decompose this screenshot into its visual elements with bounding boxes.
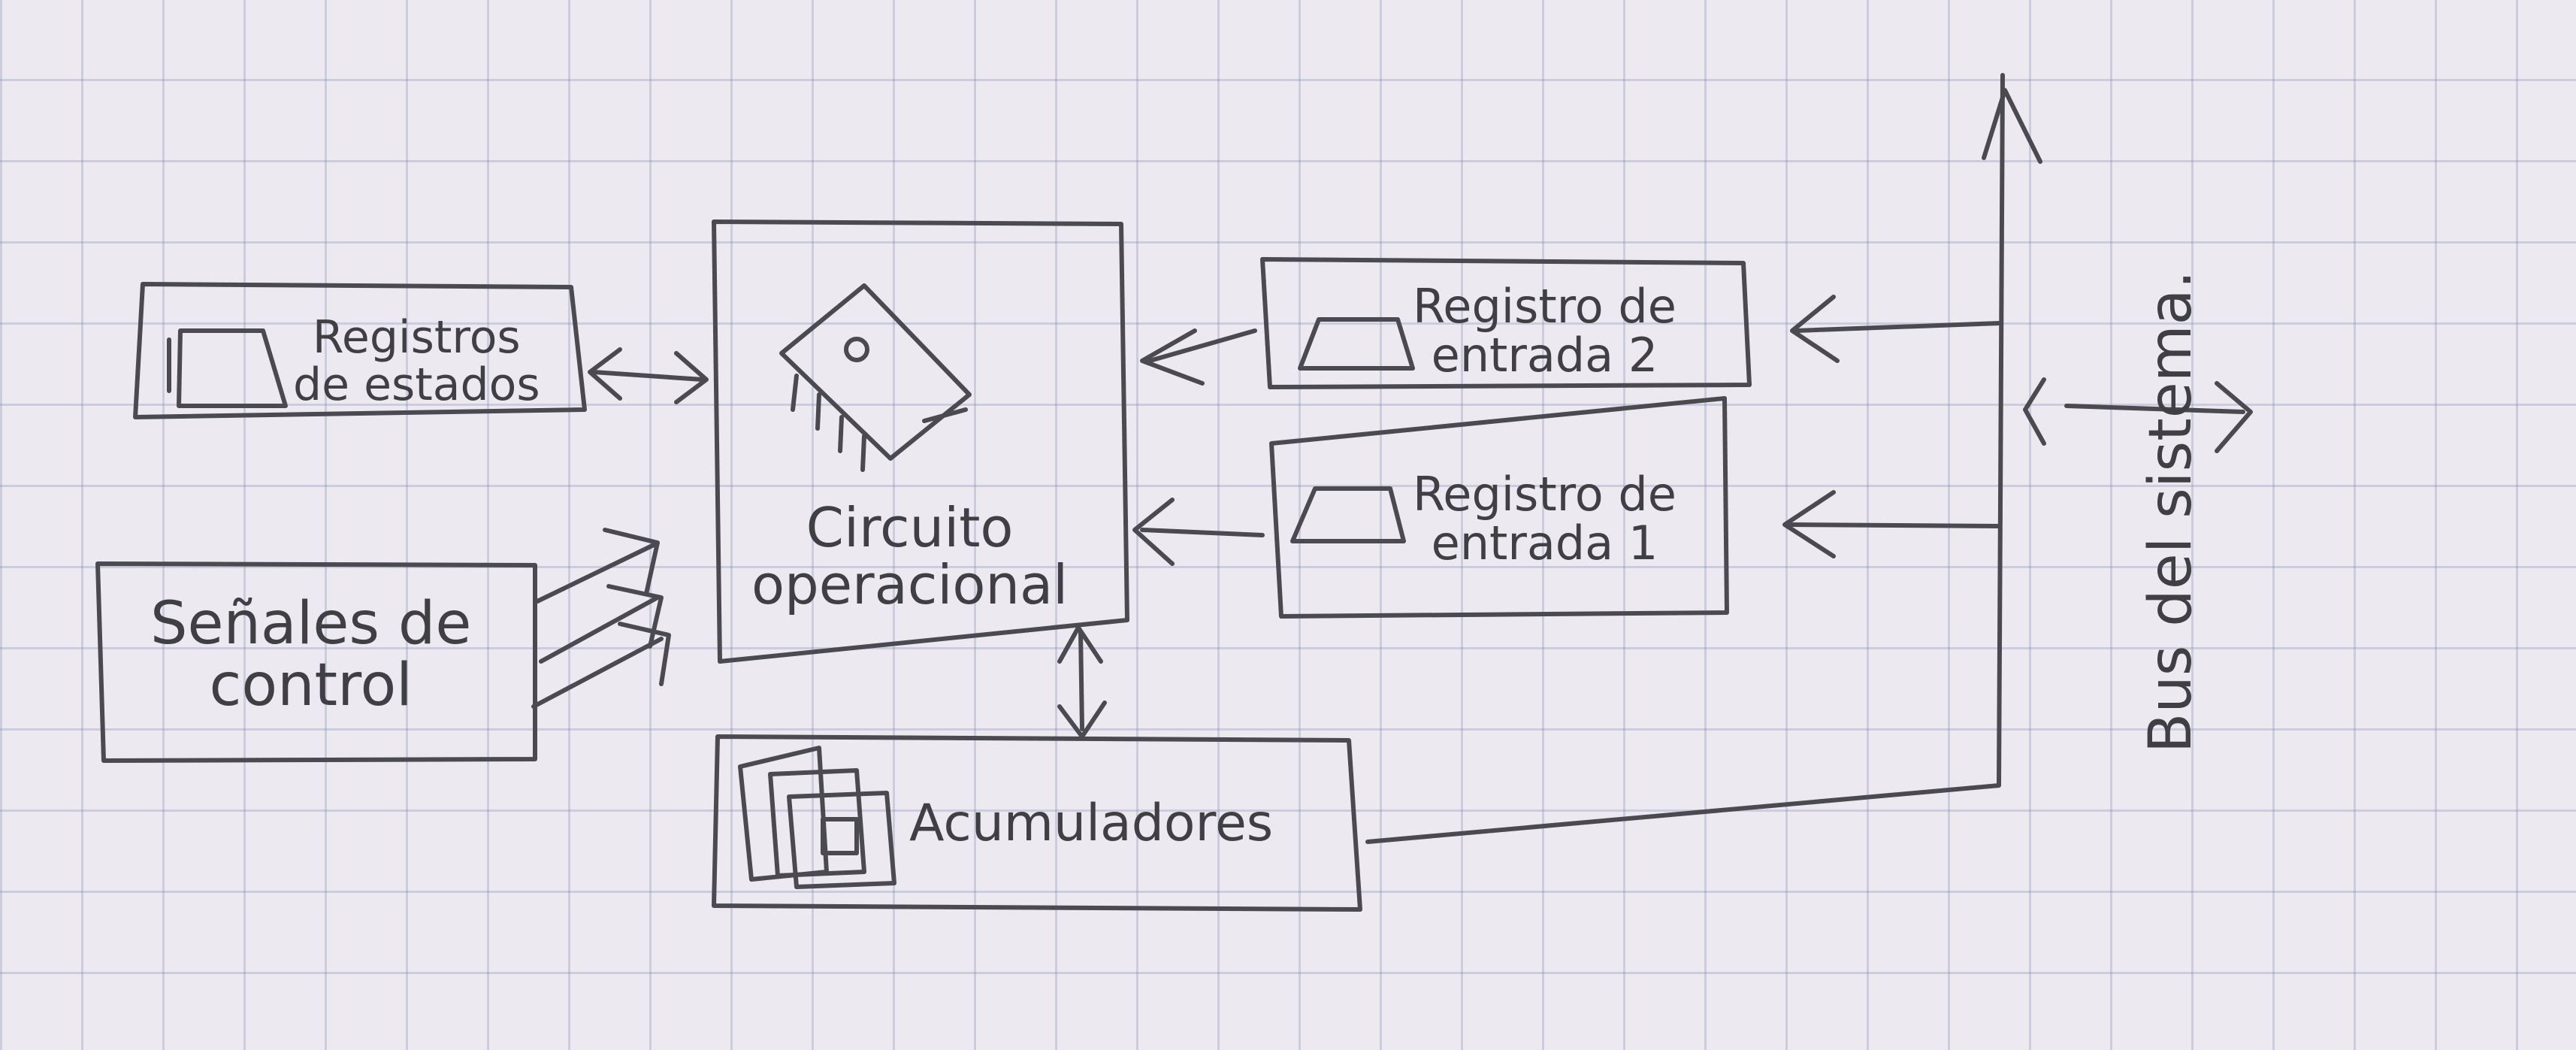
senales-control-label: Señales de control (150, 590, 472, 719)
register-icon (1290, 486, 1406, 543)
register-icon (1298, 317, 1415, 371)
circuito-operacional-label: Circuito operacional (751, 496, 1069, 616)
arrow-icon (1132, 498, 1265, 566)
registro-entrada-1-label: Registro de entrada 1 (1413, 470, 1677, 567)
circuito-operacional-line2: operacional (751, 552, 1069, 616)
chip-icon (779, 283, 972, 472)
arrow-icon (1782, 490, 2001, 558)
acumuladores-label: Acumuladores (909, 794, 1274, 853)
registro-entrada-2-line1: Registro de (1413, 279, 1677, 334)
registros-estados-line2: de estados (293, 359, 540, 411)
arrow-icon (531, 528, 671, 709)
arrow-icon (1790, 295, 2001, 363)
arrow-icon (1140, 328, 1257, 386)
bus-line (1365, 73, 2005, 844)
registros-estados-line1: Registros (312, 311, 521, 364)
bus-arrowhead (1982, 88, 2042, 164)
register-icon (167, 328, 288, 408)
registro-entrada-1-line1: Registro de (1413, 467, 1677, 522)
registro-entrada-2-line2: entrada 2 (1431, 328, 1658, 383)
arrow-icon (1057, 625, 1107, 739)
circuito-operacional-line1: Circuito (806, 496, 1014, 559)
senales-control-line1: Señales de (150, 590, 472, 658)
diagram: Registros de estados Señales de control … (0, 0, 2576, 1050)
registros-estados-label: Registros de estados (293, 314, 540, 409)
senales-control-line2: control (209, 651, 413, 719)
arrow-icon (588, 347, 709, 404)
memory-chips-icon (738, 746, 896, 889)
registro-entrada-2-label: Registro de entrada 2 (1413, 282, 1677, 380)
bus-label: Bus del sistema. (2137, 270, 2206, 754)
registro-entrada-1-line2: entrada 1 (1431, 516, 1658, 571)
